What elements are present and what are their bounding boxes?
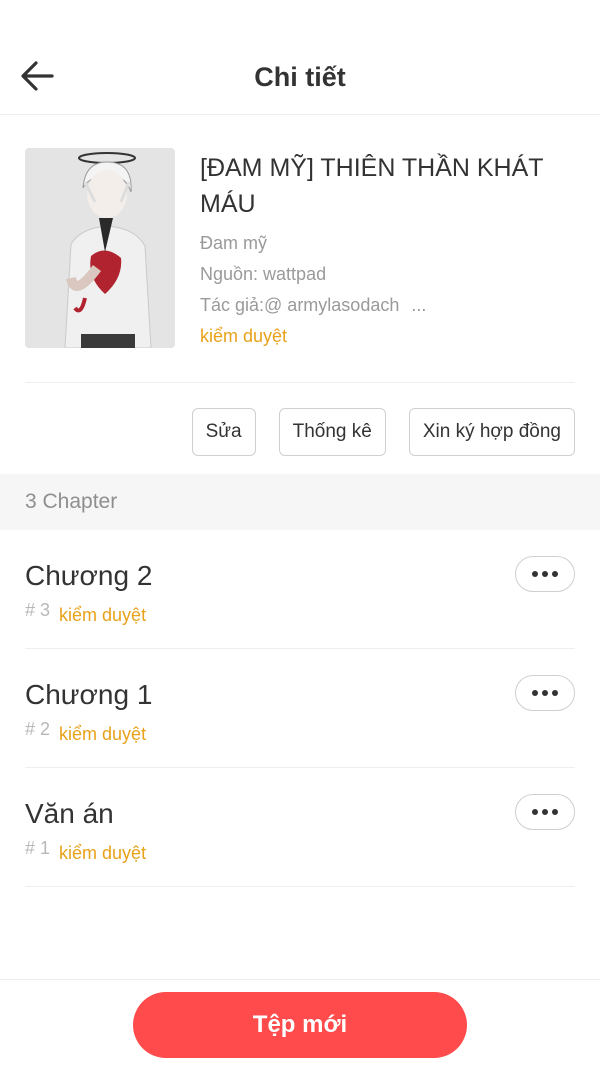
book-source: Nguồn: wattpad	[200, 264, 327, 284]
book-status: kiểm duyệt	[200, 326, 288, 346]
chapter-count-label: 3 Chapter	[25, 490, 118, 513]
chapter-number: # 2	[25, 719, 51, 739]
chapter-meta: # 3 kiểm duyệt	[25, 600, 146, 631]
divider	[25, 382, 575, 383]
chapter-meta: # 1 kiểm duyệt	[25, 838, 146, 869]
stats-button[interactable]: Thống kê	[278, 408, 386, 456]
chapter-title: Chương 1	[25, 679, 153, 710]
book-author: Tác giả:@ armylasodach	[200, 295, 400, 315]
chapter-more-button[interactable]	[515, 675, 575, 711]
chapter-title: Chương 2	[25, 560, 153, 591]
book-author-row: Tác giả:@ armylasodach ...	[200, 290, 575, 321]
chapter-title: Văn án	[25, 798, 114, 829]
more-dot-icon	[532, 809, 538, 815]
book-info: [ĐAM MỸ] THIÊN THẦN KHÁT MÁU Đam mỹ Nguồ…	[200, 148, 575, 352]
footer-bar: Tệp mới	[0, 979, 600, 1067]
page-title: Chi tiết	[254, 62, 346, 92]
book-cover-image[interactable]	[25, 148, 175, 348]
book-actions: Sửa Thống kê Xin ký hợp đồng	[191, 408, 575, 456]
book-detail-card: [ĐAM MỸ] THIÊN THẦN KHÁT MÁU Đam mỹ Nguồ…	[25, 148, 575, 348]
more-dot-icon	[542, 571, 548, 577]
chapter-row[interactable]: Chương 1 # 2 kiểm duyệt	[25, 649, 575, 768]
chapter-more-button[interactable]	[515, 794, 575, 830]
chapter-more-button[interactable]	[515, 556, 575, 592]
chapter-count-bar: 3 Chapter	[0, 474, 600, 530]
request-contract-button[interactable]: Xin ký hợp đồng	[408, 408, 575, 456]
more-dot-icon	[552, 571, 558, 577]
book-genre: Đam mỹ	[200, 233, 267, 253]
header: Chi tiết	[0, 0, 600, 115]
chapter-status: kiểm duyệt	[59, 605, 147, 625]
chapter-status: kiểm duyệt	[59, 843, 147, 863]
chapter-status: kiểm duyệt	[59, 724, 147, 744]
more-dot-icon	[542, 690, 548, 696]
new-file-button[interactable]: Tệp mới	[133, 992, 467, 1058]
chapter-row[interactable]: Chương 2 # 3 kiểm duyệt	[25, 530, 575, 649]
chapter-number: # 3	[25, 600, 51, 620]
cover-illustration	[25, 148, 175, 348]
chapter-number: # 1	[25, 838, 51, 858]
more-dot-icon	[532, 571, 538, 577]
author-more-text[interactable]: ...	[411, 290, 426, 321]
more-dot-icon	[552, 809, 558, 815]
book-title[interactable]: [ĐAM MỸ] THIÊN THẦN KHÁT MÁU	[200, 150, 575, 222]
edit-button[interactable]: Sửa	[191, 408, 256, 456]
chapter-meta: # 2 kiểm duyệt	[25, 719, 146, 750]
more-dot-icon	[532, 690, 538, 696]
more-dot-icon	[542, 809, 548, 815]
chapter-row[interactable]: Văn án # 1 kiểm duyệt	[25, 768, 575, 887]
more-dot-icon	[552, 690, 558, 696]
